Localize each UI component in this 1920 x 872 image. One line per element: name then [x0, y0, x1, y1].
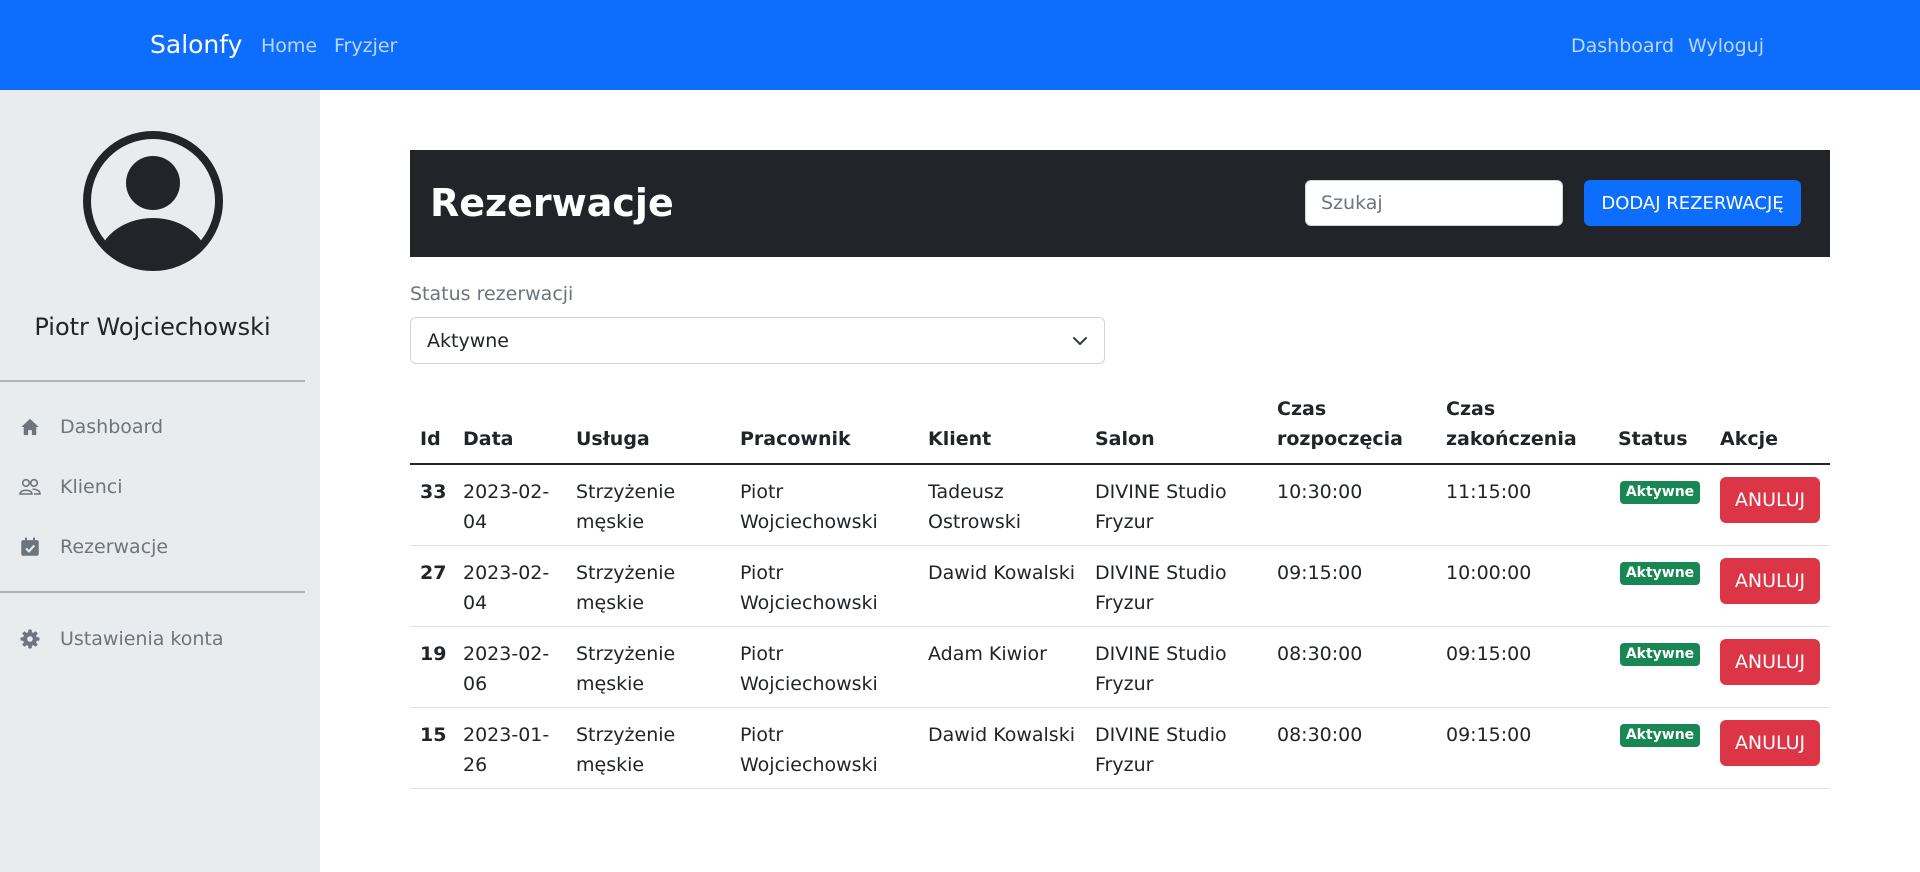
- sidebar-item-settings[interactable]: Ustawienia konta: [18, 624, 308, 654]
- cell-id: 27: [420, 562, 447, 584]
- home-icon: [18, 415, 42, 439]
- cell-client: Tadeusz Ostrowski: [928, 481, 1022, 533]
- column-header-status: Status: [1618, 428, 1688, 450]
- row-divider: [410, 626, 1830, 627]
- table-header-divider: [410, 463, 1830, 465]
- cell-salon: DIVINE Studio Fryzur: [1095, 643, 1227, 695]
- cell-end-time: 09:15:00: [1446, 724, 1532, 746]
- cell-date: 2023-02- 04: [463, 562, 550, 614]
- cell-id: 19: [420, 643, 447, 665]
- cell-salon: DIVINE Studio Fryzur: [1095, 481, 1227, 533]
- cell-client: Dawid Kowalski: [928, 562, 1075, 584]
- cell-employee: Piotr Wojciechowski: [740, 481, 878, 533]
- cell-date: 2023-02- 04: [463, 481, 550, 533]
- cell-employee: Piotr Wojciechowski: [740, 724, 878, 776]
- column-header-client: Klient: [928, 428, 992, 450]
- calendar-check-icon: [18, 535, 42, 559]
- column-header-employee: Pracownik: [740, 428, 851, 450]
- top-navbar: Salonfy Home Fryzjer Dashboard Wyloguj: [0, 0, 1920, 90]
- sidebar-item-dashboard[interactable]: Dashboard: [18, 412, 308, 442]
- sidebar: Piotr Wojciechowski Dashboard Klienci Re…: [0, 90, 320, 872]
- status-filter-select[interactable]: Aktywne: [410, 317, 1105, 364]
- page-title: Rezerwacje: [430, 181, 674, 225]
- nav-link-home[interactable]: Home: [261, 34, 317, 58]
- cell-client: Adam Kiwior: [928, 643, 1047, 665]
- status-badge: Aktywne: [1620, 643, 1700, 666]
- status-filter-label: Status rezerwacji: [410, 283, 574, 305]
- user-name: Piotr Wojciechowski: [34, 313, 271, 341]
- column-header-date: Data: [463, 428, 514, 450]
- cell-id: 15: [420, 724, 447, 746]
- users-icon: [18, 475, 42, 499]
- sidebar-item-label: Dashboard: [60, 416, 164, 438]
- add-reservation-button[interactable]: DODAJ REZERWACJĘ: [1584, 180, 1801, 226]
- cell-end-time: 11:15:00: [1446, 481, 1532, 503]
- column-header-id: Id: [420, 428, 441, 450]
- status-badge: Aktywne: [1620, 562, 1700, 585]
- cancel-button[interactable]: ANULUJ: [1720, 720, 1820, 766]
- status-badge: Aktywne: [1620, 724, 1700, 747]
- cancel-button[interactable]: ANULUJ: [1720, 558, 1820, 604]
- row-divider: [410, 788, 1830, 789]
- cell-service: Strzyżenie męskie: [576, 724, 676, 776]
- cell-client: Dawid Kowalski: [928, 724, 1075, 746]
- sidebar-item-label: Rezerwacje: [60, 536, 169, 558]
- row-divider: [410, 545, 1830, 546]
- column-header-end-time: Czas zakończenia: [1446, 398, 1577, 450]
- cell-salon: DIVINE Studio Fryzur: [1095, 562, 1227, 614]
- cell-date: 2023-01- 26: [463, 724, 550, 776]
- sidebar-item-rezerwacje[interactable]: Rezerwacje: [18, 532, 308, 562]
- cell-salon: DIVINE Studio Fryzur: [1095, 724, 1227, 776]
- column-header-actions: Akcje: [1720, 428, 1779, 450]
- cell-id: 33: [420, 481, 447, 503]
- column-header-start-time: Czas rozpoczęcia: [1277, 398, 1403, 450]
- cell-start-time: 09:15:00: [1277, 562, 1363, 584]
- sidebar-item-label: Ustawienia konta: [60, 628, 224, 650]
- nav-link-logout[interactable]: Wyloguj: [1688, 34, 1764, 58]
- status-filter-value: Aktywne: [427, 330, 509, 352]
- cell-start-time: 08:30:00: [1277, 643, 1363, 665]
- page-header: Rezerwacje DODAJ REZERWACJĘ: [410, 150, 1830, 257]
- sidebar-item-klienci[interactable]: Klienci: [18, 472, 308, 502]
- cell-date: 2023-02- 06: [463, 643, 550, 695]
- status-badge: Aktywne: [1620, 481, 1700, 504]
- cell-service: Strzyżenie męskie: [576, 643, 676, 695]
- gear-icon: [18, 627, 42, 651]
- row-divider: [410, 707, 1830, 708]
- nav-link-dashboard[interactable]: Dashboard: [1571, 34, 1674, 58]
- sidebar-item-label: Klienci: [60, 476, 123, 498]
- cell-end-time: 10:00:00: [1446, 562, 1532, 584]
- user-avatar-icon: [83, 131, 223, 271]
- cell-start-time: 10:30:00: [1277, 481, 1363, 503]
- cancel-button[interactable]: ANULUJ: [1720, 639, 1820, 685]
- cell-service: Strzyżenie męskie: [576, 562, 676, 614]
- cell-end-time: 09:15:00: [1446, 643, 1532, 665]
- column-header-salon: Salon: [1095, 428, 1155, 450]
- cell-employee: Piotr Wojciechowski: [740, 643, 878, 695]
- cell-start-time: 08:30:00: [1277, 724, 1363, 746]
- chevron-down-icon: [1073, 337, 1087, 345]
- brand-logo[interactable]: Salonfy: [150, 30, 242, 60]
- nav-link-fryzjer[interactable]: Fryzjer: [334, 34, 397, 58]
- cancel-button[interactable]: ANULUJ: [1720, 477, 1820, 523]
- search-input[interactable]: [1305, 180, 1563, 226]
- sidebar-divider: [0, 591, 305, 593]
- column-header-service: Usługa: [576, 428, 650, 450]
- cell-service: Strzyżenie męskie: [576, 481, 676, 533]
- sidebar-divider: [0, 380, 305, 382]
- cell-employee: Piotr Wojciechowski: [740, 562, 878, 614]
